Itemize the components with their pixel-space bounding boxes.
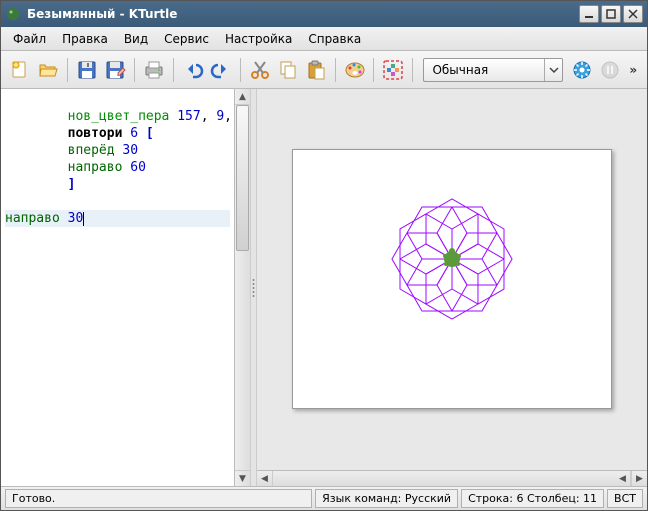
window-title: Безымянный - KTurtle xyxy=(27,7,577,21)
chevron-down-icon[interactable] xyxy=(544,59,562,81)
canvas-hscrollbar[interactable]: ◀ ◀ ▶ xyxy=(257,470,647,486)
menubar: Файл Правка Вид Сервис Настройка Справка xyxy=(1,27,647,51)
menu-tools[interactable]: Сервис xyxy=(156,29,217,49)
undo-button[interactable] xyxy=(180,57,206,83)
canvas-pane: ◀ ◀ ▶ xyxy=(257,89,647,486)
toolbar: Обычная » xyxy=(1,51,647,89)
print-button[interactable] xyxy=(141,57,167,83)
scroll-thumb[interactable] xyxy=(236,105,249,251)
execute-button[interactable] xyxy=(569,57,595,83)
save-as-button[interactable] xyxy=(102,57,128,83)
main-area: нов_цвет_пера 157, 9, 255 повтори 6 [ вп… xyxy=(1,89,647,486)
toolbar-separator xyxy=(240,58,241,82)
toolbar-separator xyxy=(335,58,336,82)
status-pos: Строка: 6 Столбец: 11 xyxy=(461,489,604,508)
save-button[interactable] xyxy=(74,57,100,83)
toolbar-separator xyxy=(134,58,135,82)
scroll-down-icon[interactable]: ▼ xyxy=(235,470,250,486)
open-button[interactable] xyxy=(35,57,61,83)
editor-scrollbar[interactable]: ▲ ▼ xyxy=(234,89,250,486)
overflow-icon[interactable]: » xyxy=(625,63,641,77)
titlebar: Безымянный - KTurtle xyxy=(1,1,647,27)
run-button[interactable] xyxy=(380,57,406,83)
editor-pane: нов_цвет_пера 157, 9, 255 повтори 6 [ вп… xyxy=(1,89,251,486)
speed-select[interactable]: Обычная xyxy=(423,58,563,82)
scroll-right-icon[interactable]: ◀ xyxy=(615,471,631,486)
menu-help[interactable]: Справка xyxy=(300,29,369,49)
status-lang: Язык команд: Русский xyxy=(315,489,458,508)
paste-button[interactable] xyxy=(303,57,329,83)
app-icon xyxy=(5,6,21,22)
turtle-canvas xyxy=(292,149,612,409)
copy-button[interactable] xyxy=(275,57,301,83)
color-picker-button[interactable] xyxy=(342,57,368,83)
scroll-up-icon[interactable]: ▲ xyxy=(235,89,250,105)
turtle-drawing xyxy=(352,189,552,369)
toolbar-separator xyxy=(67,58,68,82)
pause-button[interactable] xyxy=(597,57,623,83)
redo-button[interactable] xyxy=(208,57,234,83)
menu-view[interactable]: Вид xyxy=(116,29,156,49)
toolbar-separator xyxy=(412,58,413,82)
minimize-button[interactable] xyxy=(579,5,599,23)
speed-label: Обычная xyxy=(424,63,544,77)
toolbar-separator xyxy=(173,58,174,82)
code-editor[interactable]: нов_цвет_пера 157, 9, 255 повтори 6 [ вп… xyxy=(1,89,234,486)
toolbar-separator xyxy=(373,58,374,82)
cut-button[interactable] xyxy=(247,57,273,83)
scroll-left-icon[interactable]: ◀ xyxy=(257,471,273,486)
maximize-button[interactable] xyxy=(601,5,621,23)
close-button[interactable] xyxy=(623,5,643,23)
scroll-right-icon[interactable]: ▶ xyxy=(631,471,647,486)
new-button[interactable] xyxy=(7,57,33,83)
app-window: Безымянный - KTurtle Файл Правка Вид Сер… xyxy=(0,0,648,511)
status-ins: ВСТ xyxy=(607,489,643,508)
status-ready: Готово. xyxy=(5,489,312,508)
menu-edit[interactable]: Правка xyxy=(54,29,116,49)
turtle-icon xyxy=(443,248,461,267)
menu-settings[interactable]: Настройка xyxy=(217,29,300,49)
menu-file[interactable]: Файл xyxy=(5,29,54,49)
statusbar: Готово. Язык команд: Русский Строка: 6 С… xyxy=(1,486,647,510)
